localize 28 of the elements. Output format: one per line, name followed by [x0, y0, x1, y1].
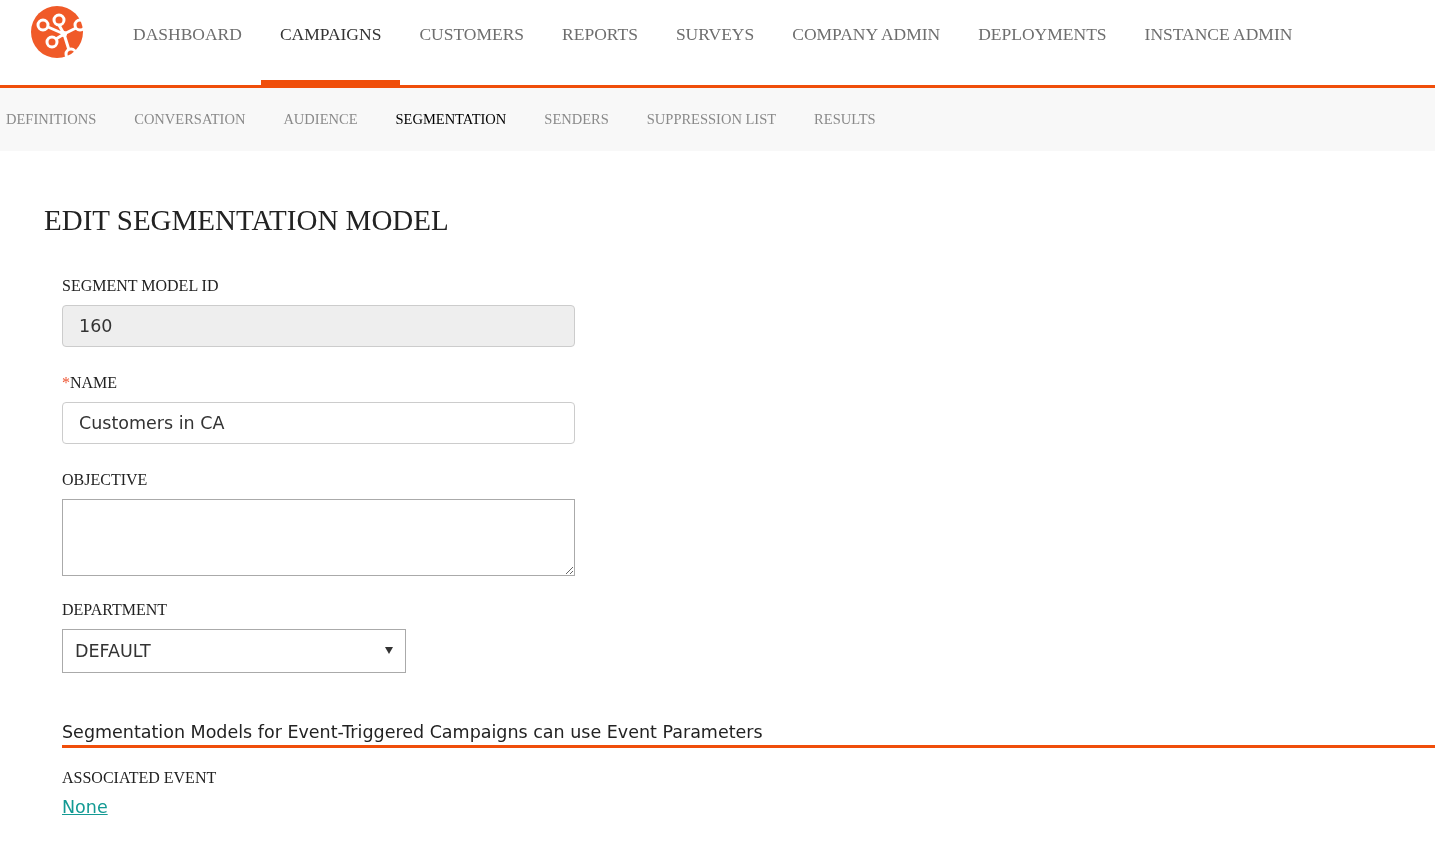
nav-tab[interactable]: SURVEYS: [656, 0, 774, 88]
field-label: NAME: [70, 373, 118, 391]
input-field[interactable]: Customers in CA: [62, 401, 575, 444]
section-heading: Segmentation Models for Event-Triggered Campaigns can use Event Parameters: [62, 718, 1435, 749]
sub-tab[interactable]: DEFINITIONS: [6, 108, 97, 131]
nav-tab[interactable]: DASHBOARD: [114, 0, 261, 88]
field-label: OBJECTIVE: [62, 469, 149, 490]
field-label: ASSOCIATED EVENT: [62, 768, 218, 789]
sub-tab[interactable]: AUDIENCE: [283, 108, 358, 131]
sub-tab[interactable]: CONVERSATION: [134, 108, 246, 131]
logo-icon[interactable]: [31, 5, 83, 58]
field-label: DEPARTMENT: [62, 599, 169, 620]
field-label: SEGMENT MODEL ID: [62, 275, 220, 296]
nav-tab[interactable]: REPORTS: [543, 0, 657, 88]
sub-tab[interactable]: RESULTS: [814, 108, 876, 131]
nav-tab[interactable]: CUSTOMERS: [400, 0, 544, 88]
nav-tab[interactable]: INSTANCE ADMIN: [1125, 0, 1312, 88]
text-area[interactable]: [62, 498, 575, 576]
sub-tab[interactable]: SENDERS: [544, 108, 609, 131]
event-link[interactable]: None: [62, 797, 108, 818]
page-title: EDIT SEGMENTATION MODEL: [44, 203, 450, 238]
caret-icon: [385, 647, 393, 655]
nav-tab[interactable]: DEPLOYMENTS: [959, 0, 1126, 88]
sub-tab[interactable]: SEGMENTATION: [395, 108, 507, 131]
sub-tab[interactable]: SUPPRESSION LIST: [646, 108, 777, 131]
required-mark: *: [62, 373, 70, 391]
nav-tab[interactable]: COMPANY ADMIN: [773, 0, 960, 88]
dropdown[interactable]: DEFAULT: [62, 628, 406, 673]
